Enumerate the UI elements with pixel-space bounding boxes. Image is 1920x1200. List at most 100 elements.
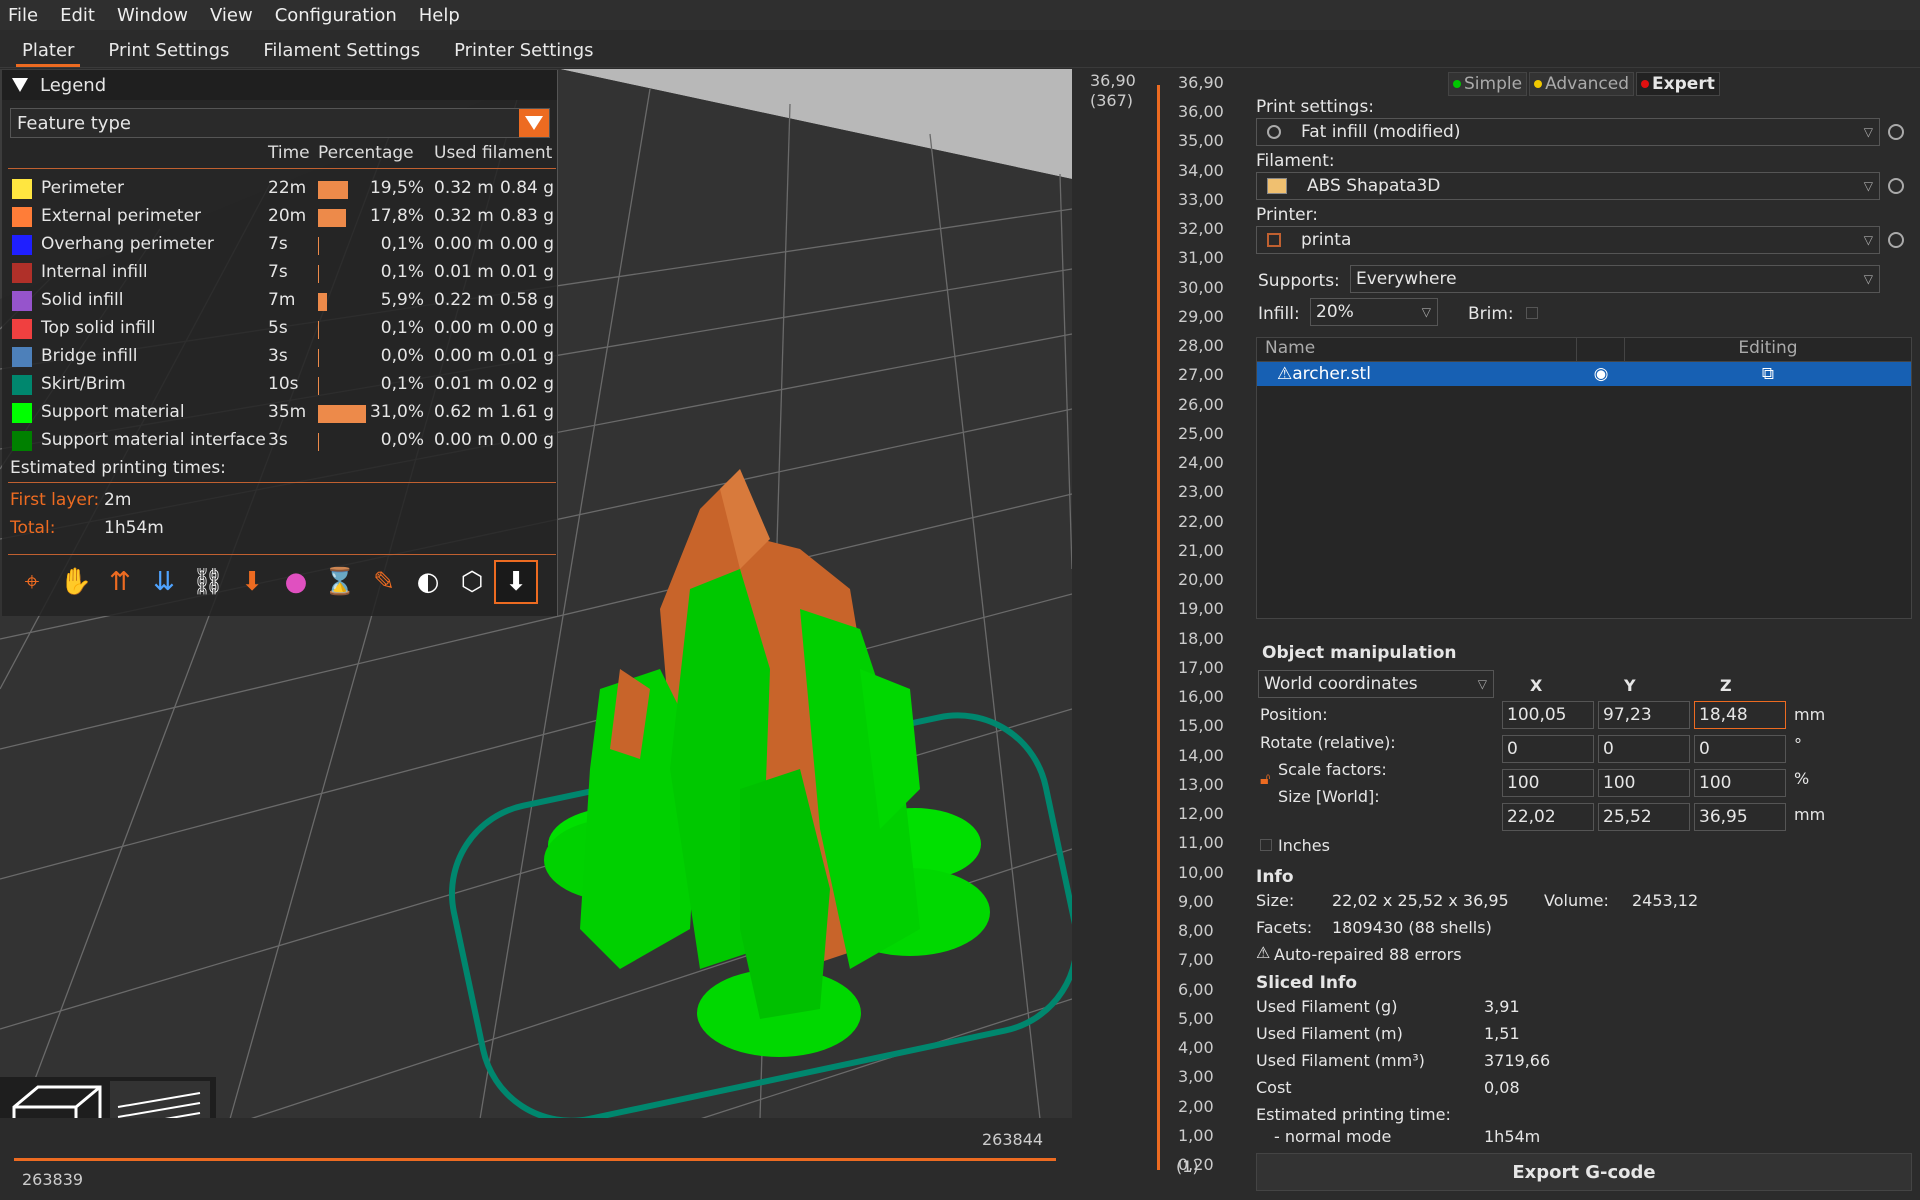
edit-icon[interactable]: ⧉ — [1625, 364, 1911, 384]
layer-tick-label: 4,00 — [1178, 1038, 1214, 1058]
object-row-archer[interactable]: ⚠archer.stl ◉ ⧉ — [1257, 362, 1911, 386]
layer-tick-label: 18,00 — [1178, 628, 1224, 648]
legend-row[interactable]: Top solid infill 5s 0,1% 0.00 m 0.00 g — [2, 315, 558, 343]
feature-meters: 0.00 m — [434, 318, 494, 338]
tab-printer-settings[interactable]: Printer Settings — [440, 40, 607, 67]
layer-tick-label: 27,00 — [1178, 365, 1224, 385]
eye-icon[interactable]: ◉ — [1577, 364, 1625, 384]
wipe-icon[interactable]: ✋ — [54, 560, 98, 604]
size-y-input[interactable]: 25,52 — [1598, 803, 1690, 831]
vertical-layer-slider[interactable]: 36,90 (367) (1) 36,90 36,00 35,00 34,00 33,0… — [1072, 69, 1242, 1200]
pause-prints-icon[interactable]: ⌛ — [318, 560, 362, 604]
horizontal-slider-track[interactable] — [14, 1158, 1056, 1161]
lock-icon[interactable]: 🔓︎ — [1260, 769, 1270, 789]
shells-icon[interactable]: ⬡ — [450, 560, 494, 604]
inches-checkbox[interactable] — [1260, 839, 1272, 851]
right-sidebar: Simple Advanced Expert Print settings: F… — [1242, 69, 1920, 1200]
tab-plater[interactable]: Plater — [8, 40, 88, 67]
scale-z-input[interactable]: 100 — [1694, 769, 1786, 797]
print-settings-label: Print settings: — [1256, 97, 1375, 117]
supports-select[interactable]: Everywhere ▽ — [1350, 265, 1880, 293]
vertical-slider-track[interactable] — [1157, 85, 1160, 1170]
export-gcode-button[interactable]: Export G-code — [1256, 1153, 1912, 1191]
view-type-select[interactable]: Feature type — [10, 108, 550, 138]
coordinates-select[interactable]: World coordinates ▽ — [1258, 670, 1494, 698]
layer-tick-label: 15,00 — [1178, 716, 1224, 736]
position-x-input[interactable]: 100,05 — [1502, 701, 1594, 729]
size-z-input[interactable]: 36,95 — [1694, 803, 1786, 831]
color-swatch — [12, 375, 32, 395]
menu-edit[interactable]: Edit — [60, 5, 95, 26]
inches-label: Inches — [1278, 836, 1330, 855]
seams-icon[interactable]: ⛓ — [186, 560, 230, 604]
mode-advanced[interactable]: Advanced — [1529, 72, 1635, 96]
menu-help[interactable]: Help — [419, 5, 460, 26]
legend-row[interactable]: Internal infill 7s 0,1% 0.01 m 0.01 g — [2, 259, 558, 287]
dropdown-arrow-icon[interactable] — [519, 109, 549, 137]
size-x-input[interactable]: 22,02 — [1502, 803, 1594, 831]
filament-combo[interactable]: ABS Shapata3D ▽ — [1256, 172, 1880, 200]
info-size-label: Size: — [1256, 891, 1295, 910]
object-list-header: Name Editing — [1257, 338, 1911, 362]
feature-percentage: 0,1% — [380, 262, 424, 282]
color-swatch — [12, 207, 32, 227]
tab-filament-settings[interactable]: Filament Settings — [249, 40, 434, 67]
info-facets: 1809430 (88 shells) — [1332, 918, 1492, 937]
layer-tick-label: 24,00 — [1178, 453, 1224, 473]
legend-row[interactable]: Support material 35m 31,0% 0.62 m 1.61 g — [2, 399, 558, 427]
center-of-gravity-icon[interactable]: ◐ — [406, 560, 450, 604]
sliced-info-key: Used Filament (m) — [1256, 1024, 1403, 1043]
feature-name: Perimeter — [41, 178, 124, 198]
mode-expert[interactable]: Expert — [1636, 72, 1720, 96]
rotate-y-input[interactable]: 0 — [1598, 735, 1690, 763]
menu-view[interactable]: View — [210, 5, 253, 26]
legend-row[interactable]: Support material interface 3s 0,0% 0.00 m 0.… — [2, 427, 558, 455]
settings-gear-icon[interactable] — [1888, 124, 1904, 140]
horizontal-slider[interactable]: 263839 263844 — [0, 1118, 1072, 1200]
color-changes-icon[interactable]: ● — [274, 560, 318, 604]
rotate-z-input[interactable]: 0 — [1694, 735, 1786, 763]
legend-row[interactable]: Bridge infill 3s 0,0% 0.00 m 0.01 g — [2, 343, 558, 371]
printer-icon — [1267, 233, 1281, 247]
scale-x-input[interactable]: 100 — [1502, 769, 1594, 797]
rotate-label: Rotate (relative): — [1260, 733, 1396, 752]
scale-y-input[interactable]: 100 — [1598, 769, 1690, 797]
menu-window[interactable]: Window — [117, 5, 188, 26]
travel-icon[interactable]: ⌖ — [10, 560, 54, 604]
retractions-icon[interactable]: ⇈ — [98, 560, 142, 604]
settings-gear-icon[interactable] — [1888, 232, 1904, 248]
chevron-down-icon: ▽ — [1863, 272, 1873, 286]
legend-row[interactable]: Perimeter 22m 19,5% 0.32 m 0.84 g — [2, 175, 558, 203]
color-swatch — [12, 263, 32, 283]
legend-row[interactable]: Skirt/Brim 10s 0,1% 0.01 m 0.02 g — [2, 371, 558, 399]
settings-gear-icon[interactable] — [1888, 178, 1904, 194]
infill-select[interactable]: 20% ▽ — [1310, 298, 1438, 326]
legend-header-time: Time — [268, 143, 310, 163]
custom-gcode-icon[interactable]: ✎ — [362, 560, 406, 604]
layer-tick-label: 1,00 — [1178, 1125, 1214, 1145]
menu-configuration[interactable]: Configuration — [275, 5, 397, 26]
deretractions-icon[interactable]: ⇊ — [142, 560, 186, 604]
position-z-input[interactable]: 18,48 — [1694, 701, 1786, 729]
legend-header[interactable]: Legend — [2, 70, 557, 100]
tool-marker-icon[interactable]: ⬇ — [494, 560, 538, 604]
feature-name: Skirt/Brim — [41, 374, 126, 394]
legend-row[interactable]: Overhang perimeter 7s 0,1% 0.00 m 0.00 g — [2, 231, 558, 259]
position-y-input[interactable]: 97,23 — [1598, 701, 1690, 729]
feature-name: Internal infill — [41, 262, 148, 282]
mode-simple[interactable]: Simple — [1448, 72, 1528, 96]
legend-row[interactable]: Solid infill 7m 5,9% 0.22 m 0.58 g — [2, 287, 558, 315]
tool-changes-icon[interactable]: ⬇ — [230, 560, 274, 604]
menu-file[interactable]: File — [8, 5, 38, 26]
tab-print-settings[interactable]: Print Settings — [94, 40, 243, 67]
print-settings-combo[interactable]: Fat infill (modified) ▽ — [1256, 118, 1880, 146]
layer-tick-label: 30,00 — [1178, 277, 1224, 297]
info-volume-label: Volume: — [1544, 891, 1609, 910]
legend-row[interactable]: External perimeter 20m 17,8% 0.32 m 0.83 g — [2, 203, 558, 231]
brim-checkbox[interactable] — [1526, 307, 1538, 319]
feature-percentage: 0,1% — [380, 374, 424, 394]
object-list: Name Editing ⚠archer.stl ◉ ⧉ — [1256, 337, 1912, 619]
rotate-x-input[interactable]: 0 — [1502, 735, 1594, 763]
collapse-triangle-icon[interactable] — [12, 78, 28, 92]
printer-combo[interactable]: printa ▽ — [1256, 226, 1880, 254]
